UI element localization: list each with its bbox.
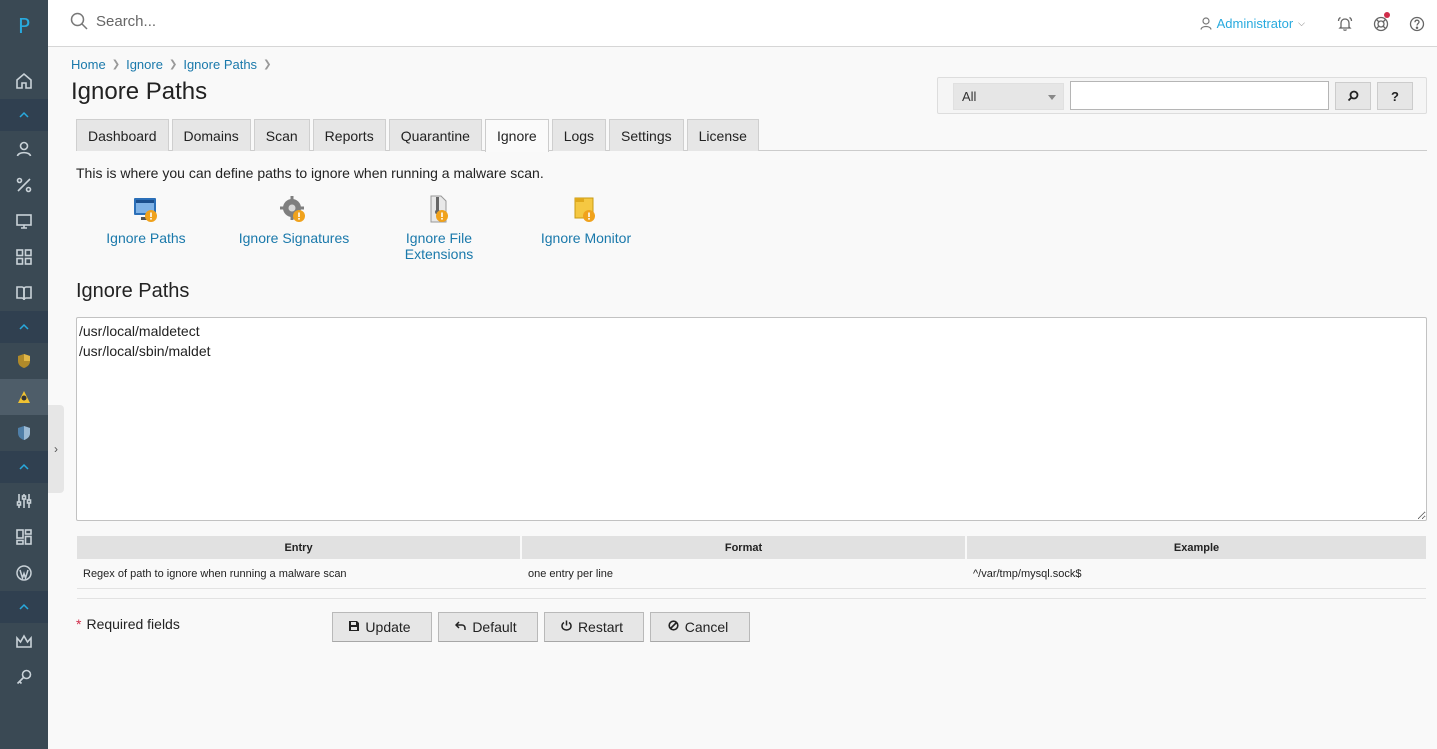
ignore-paths-icon [132, 195, 160, 225]
table-divider [77, 589, 1426, 599]
dashboard-icon[interactable] [0, 519, 48, 555]
plesk-logo[interactable]: P [0, 14, 48, 38]
ignore-file-extensions-icon [425, 195, 453, 225]
form-actions: Update Default Restart Cancel [332, 612, 756, 642]
filter-select-value: All [962, 89, 977, 104]
shortcut-label-line2: Extensions [404, 246, 474, 262]
dropdown-arrow-icon [1048, 95, 1056, 100]
tools-sliders-icon[interactable] [0, 483, 48, 519]
breadcrumb: Home ❯ Ignore ❯ Ignore Paths ❯ [71, 57, 277, 72]
support-button[interactable] [1363, 0, 1399, 47]
ignore-monitor-icon [572, 195, 600, 225]
user-icon [1199, 17, 1212, 30]
apps-grid-icon[interactable] [0, 239, 48, 275]
tab-ignore[interactable]: Ignore [484, 119, 549, 152]
top-bar: Administrator ⌵ [48, 0, 1437, 47]
tab-domains[interactable]: Domains [171, 119, 251, 151]
ignore-paths-textarea[interactable] [76, 317, 1427, 521]
chevron-right-icon: ❯ [111, 59, 121, 70]
cancel-circle-icon [668, 620, 679, 634]
restart-button[interactable]: Restart [544, 612, 644, 642]
global-search [70, 12, 396, 30]
intro-text: This is where you can define paths to ig… [76, 165, 544, 181]
chevron-right-icon: › [54, 442, 58, 456]
required-fields-label: Required fields [86, 616, 180, 632]
notification-dot [1384, 12, 1390, 18]
column-header-format: Format [522, 536, 967, 559]
cell-example: ^/var/tmp/mysql.sock$ [967, 559, 1426, 589]
users-icon[interactable] [0, 131, 48, 167]
shortcut-label: Ignore Signatures [238, 230, 350, 246]
maldet-extension-icon[interactable] [0, 379, 48, 415]
filter-select[interactable]: All [953, 83, 1064, 110]
column-header-entry: Entry [77, 536, 522, 559]
collapse-group-icon[interactable] [0, 591, 48, 623]
column-header-example: Example [967, 536, 1426, 559]
cell-entry: Regex of path to ignore when running a m… [77, 559, 522, 589]
section-title: Ignore Paths [76, 280, 190, 302]
left-nav-rail: P [0, 0, 48, 749]
bell-icon [1337, 16, 1353, 31]
undo-icon [455, 620, 467, 634]
chevron-down-icon: ⌵ [1298, 18, 1305, 28]
module-tabs: Dashboard Domains Scan Reports Quarantin… [76, 119, 1427, 152]
chevron-right-icon: ❯ [263, 59, 272, 70]
chevron-right-icon: ❯ [168, 59, 178, 70]
tab-settings[interactable]: Settings [609, 119, 684, 151]
book-icon[interactable] [0, 275, 48, 311]
shortcut-ignore-signatures[interactable]: Ignore Signatures [234, 195, 354, 246]
cancel-button[interactable]: Cancel [650, 612, 750, 642]
breadcrumb-home[interactable]: Home [71, 57, 106, 72]
shield-extension-icon[interactable] [0, 343, 48, 379]
tab-dashboard[interactable]: Dashboard [76, 119, 169, 151]
shortcut-ignore-file-extensions[interactable]: Ignore File Extensions [394, 195, 484, 262]
ignore-signatures-icon [280, 195, 308, 225]
crown-icon[interactable] [0, 623, 48, 659]
tab-scan[interactable]: Scan [253, 119, 310, 151]
expand-sidebar-toggle[interactable]: › [48, 405, 64, 493]
collapse-group-icon[interactable] [0, 99, 48, 131]
shortcut-ignore-paths[interactable]: Ignore Paths [98, 195, 194, 246]
home-icon[interactable] [0, 63, 48, 99]
cell-format: one entry per line [522, 559, 967, 589]
breadcrumb-ignore[interactable]: Ignore [126, 57, 163, 72]
update-button[interactable]: Update [332, 612, 432, 642]
power-icon [561, 620, 572, 634]
help-button[interactable] [1399, 0, 1435, 47]
page-title: Ignore Paths [71, 78, 208, 105]
format-info-table: Entry Format Example Regex of path to ig… [77, 536, 1426, 599]
collapse-group-icon[interactable] [0, 451, 48, 483]
filter-search-button[interactable] [1335, 82, 1371, 110]
user-name: Administrator [1216, 16, 1294, 31]
required-fields-note: * Required fields [76, 616, 180, 632]
collapse-group-icon[interactable] [0, 311, 48, 343]
search-icon [1347, 90, 1359, 102]
shortcut-label: Ignore Paths [106, 230, 186, 246]
notifications-button[interactable] [1327, 0, 1363, 47]
default-button[interactable]: Default [438, 612, 538, 642]
table-row: Regex of path to ignore when running a m… [77, 559, 1426, 589]
tab-quarantine[interactable]: Quarantine [388, 119, 482, 151]
tab-reports[interactable]: Reports [312, 119, 386, 151]
tab-license[interactable]: License [686, 119, 759, 151]
search-input[interactable] [96, 12, 396, 30]
shortcut-label: Ignore Monitor [540, 230, 632, 246]
filter-help-button[interactable]: ? [1377, 82, 1413, 110]
question-circle-icon [1409, 16, 1425, 31]
required-asterisk: * [76, 616, 82, 632]
breadcrumb-ignore-paths[interactable]: Ignore Paths [183, 57, 257, 72]
wordpress-icon[interactable] [0, 555, 48, 591]
filter-search-input[interactable] [1070, 81, 1329, 110]
tab-logs[interactable]: Logs [551, 119, 607, 151]
user-menu[interactable]: Administrator ⌵ [1199, 16, 1305, 31]
shortcut-label: Ignore File [405, 230, 473, 246]
search-icon [70, 12, 88, 30]
security-extension-icon[interactable] [0, 415, 48, 451]
monitor-icon[interactable] [0, 203, 48, 239]
shortcut-ignore-monitor[interactable]: Ignore Monitor [531, 195, 641, 246]
key-icon[interactable] [0, 659, 48, 695]
percent-icon[interactable] [0, 167, 48, 203]
save-icon [349, 620, 360, 634]
filter-panel: All ? [937, 77, 1427, 114]
